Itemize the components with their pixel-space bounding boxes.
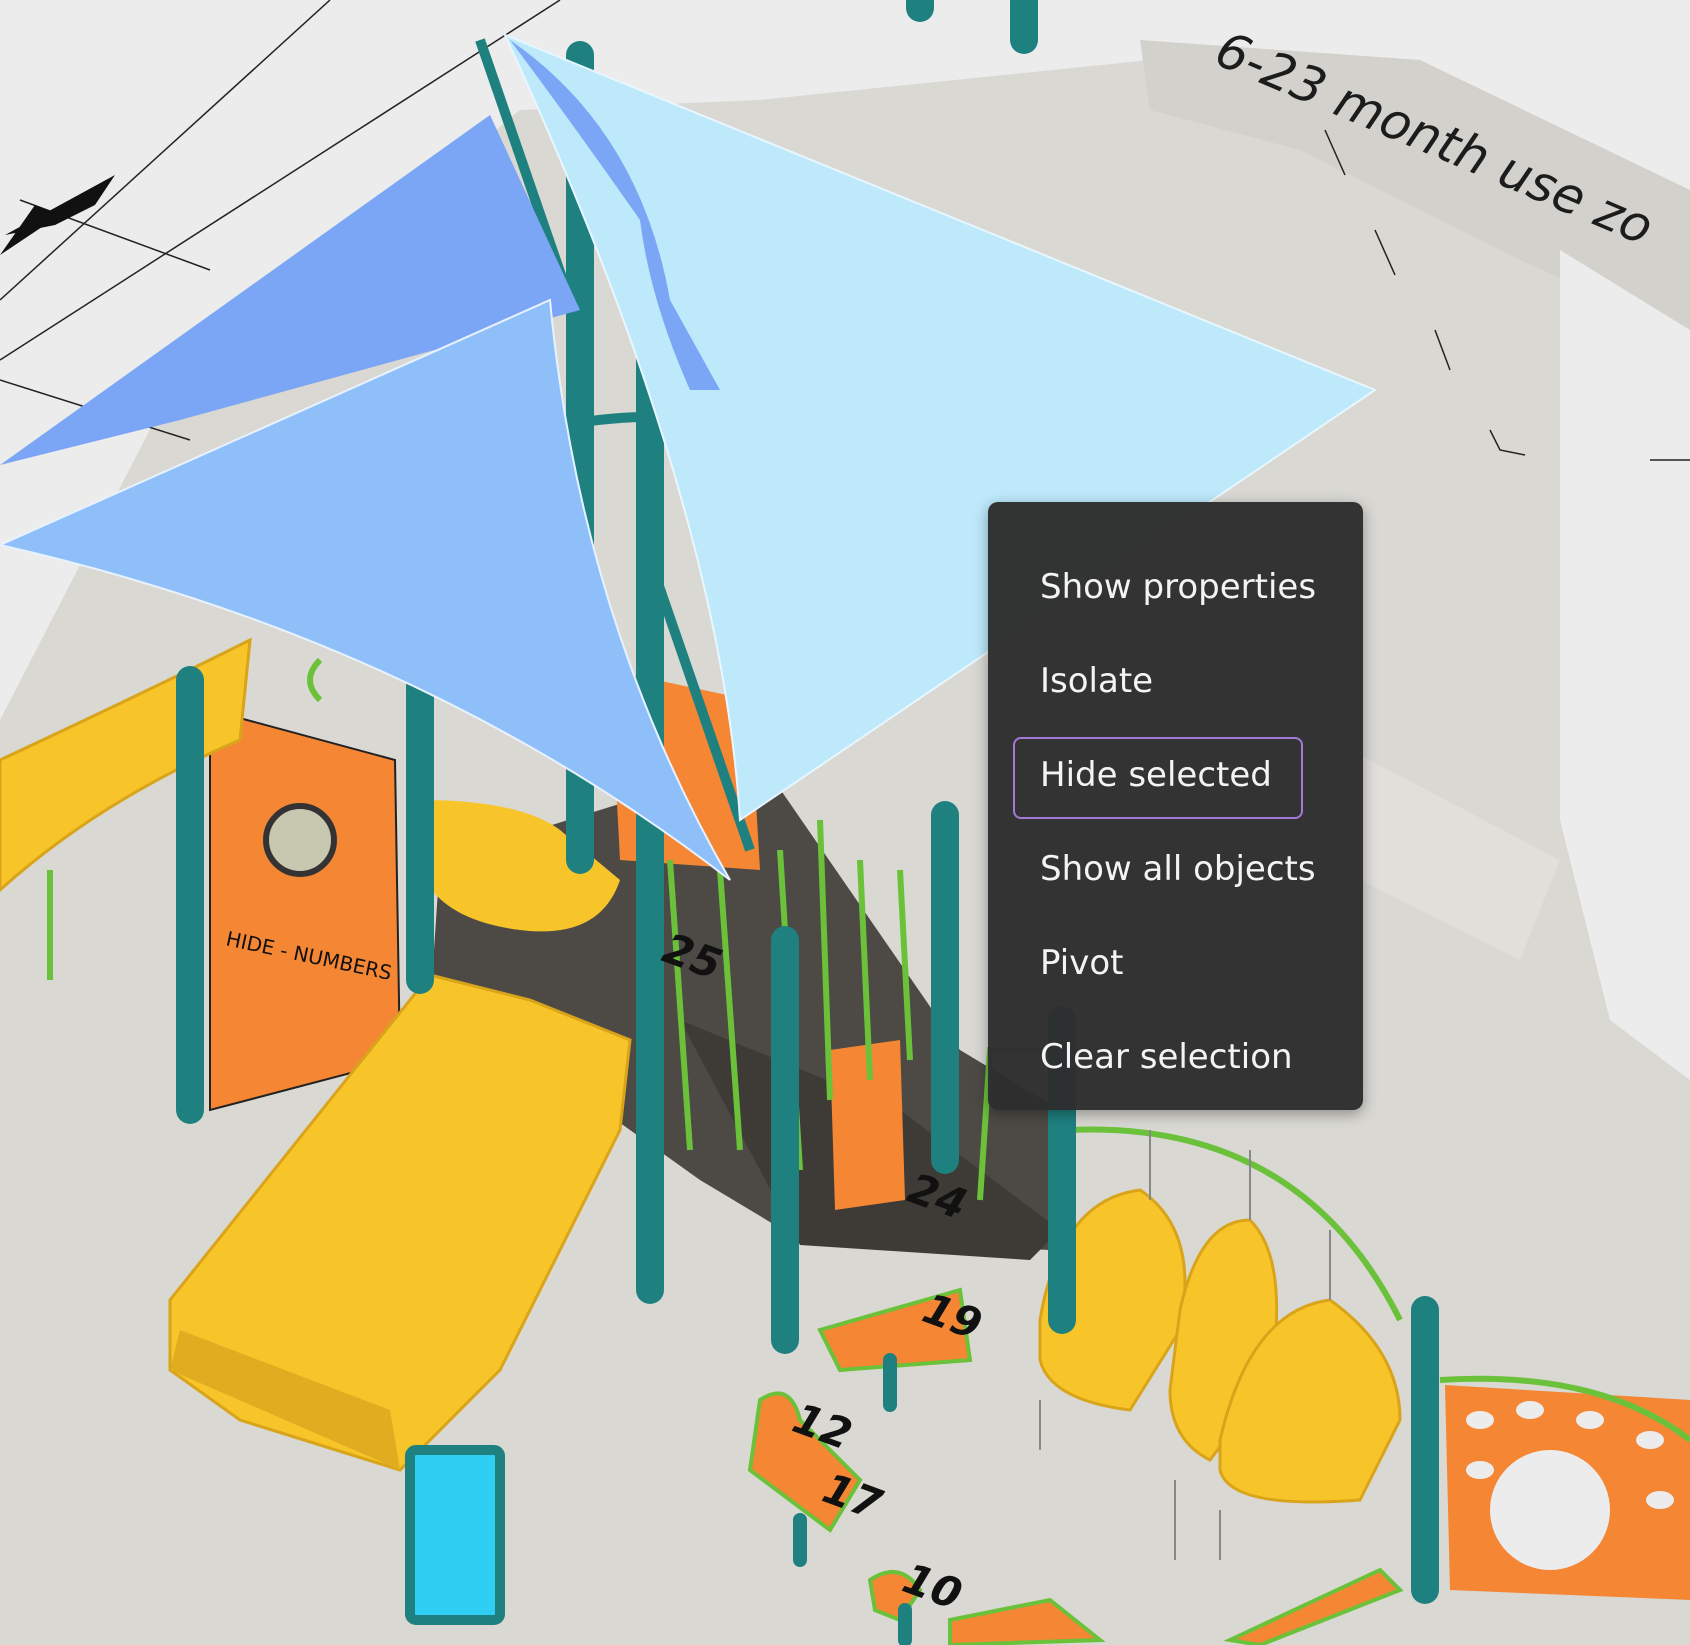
show-all-objects-menu-item[interactable]: Show all objects <box>988 822 1363 916</box>
menu-item-label: Pivot <box>1040 943 1124 983</box>
menu-item-label: Show all objects <box>1040 849 1316 889</box>
context-menu: Show properties Isolate Hide selected Show … <box>988 502 1363 1110</box>
menu-item-label: Clear selection <box>1040 1037 1293 1077</box>
playground-model-scene[interactable]: 25 24 19 12 17 10 HIDE - NUMBERS <box>0 0 1690 1645</box>
hide-selected-menu-item[interactable]: Hide selected <box>988 728 1363 822</box>
isolate-menu-item[interactable]: Isolate <box>988 634 1363 728</box>
menu-item-label: Hide selected <box>1040 755 1272 795</box>
menu-item-label: Show properties <box>1040 567 1317 607</box>
blue-sign-panel <box>405 1445 505 1625</box>
dimension-arrow <box>0 175 115 255</box>
pivot-menu-item[interactable]: Pivot <box>988 916 1363 1010</box>
3d-model-viewport[interactable]: 25 24 19 12 17 10 HIDE - NUMBERS 6-23 mo… <box>0 0 1690 1645</box>
clear-selection-menu-item[interactable]: Clear selection <box>988 1010 1363 1104</box>
show-properties-menu-item[interactable]: Show properties <box>988 540 1363 634</box>
porthole <box>263 803 337 877</box>
menu-item-label: Isolate <box>1040 661 1154 701</box>
